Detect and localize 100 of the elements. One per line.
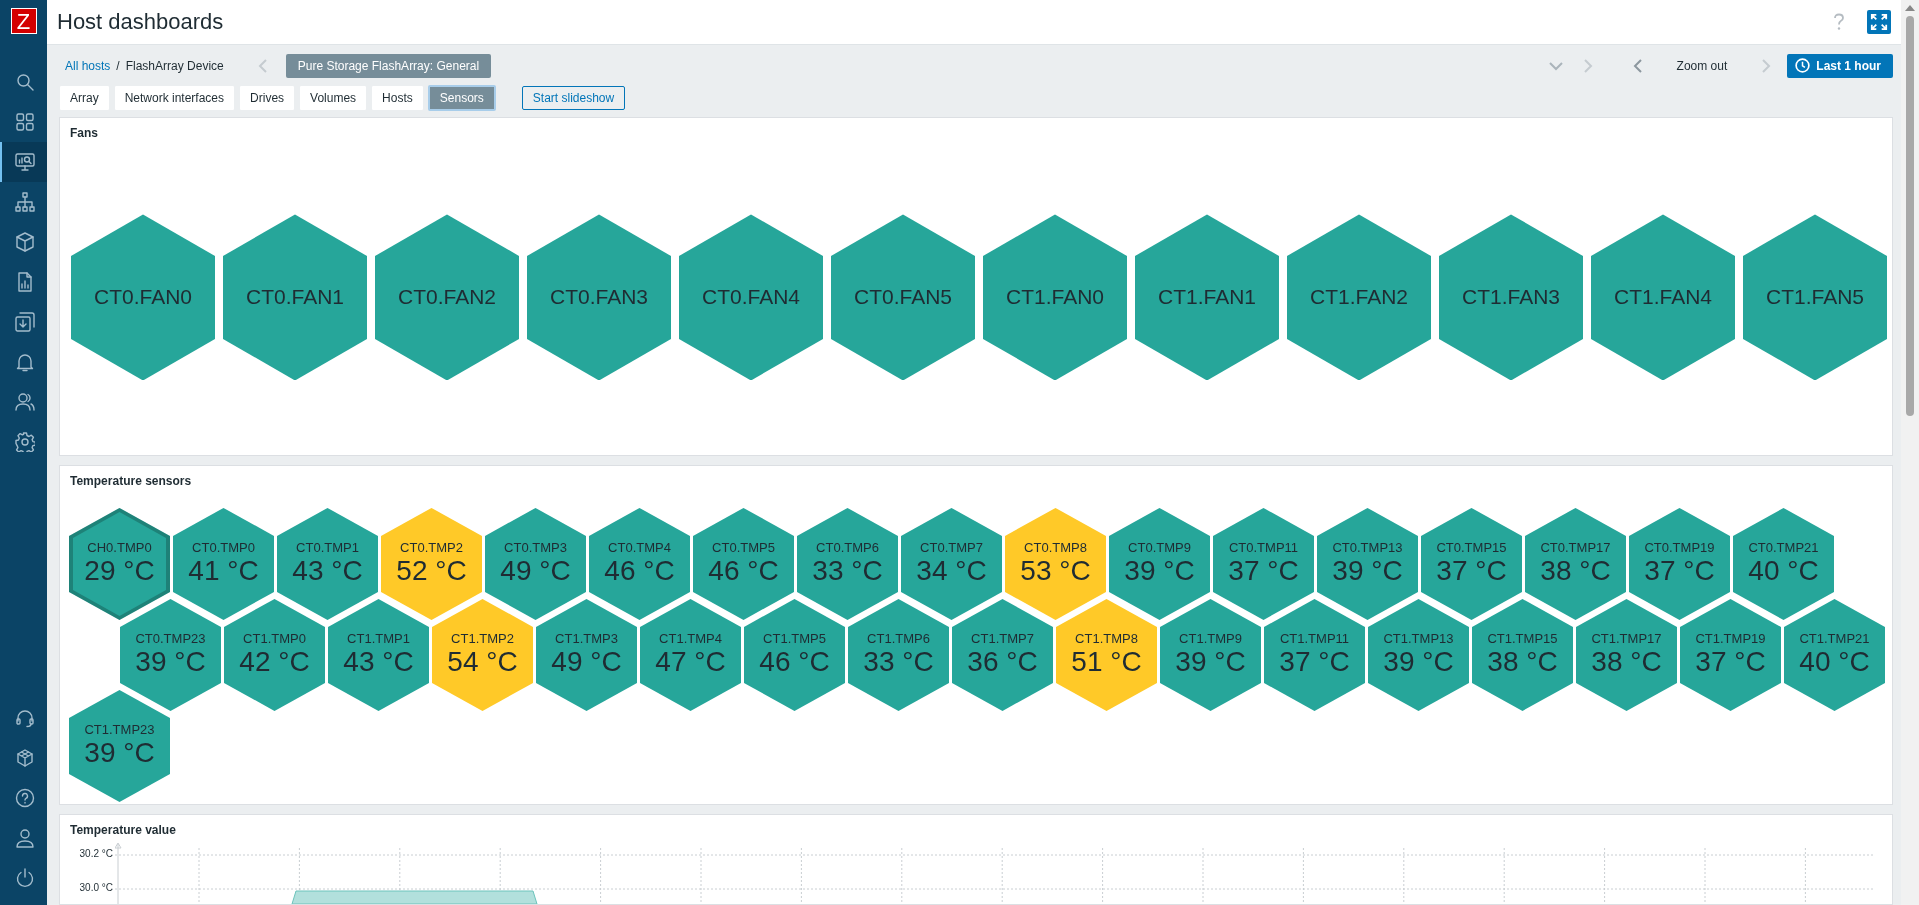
sensor-value: 39 °C <box>1332 555 1403 588</box>
sensor-name: CH0.TMP0 <box>87 540 152 556</box>
sensor-name: CT0.TMP4 <box>608 540 671 556</box>
widget-title: Temperature value <box>69 822 177 837</box>
breadcrumb-current: FlashArray Device <box>125 58 224 73</box>
sensor-name: CT0.TMP2 <box>400 540 463 556</box>
sensor-value: 39 °C <box>84 737 155 770</box>
sensor-value: 38 °C <box>1591 646 1662 679</box>
sensor-name: CT0.TMP11 <box>1228 540 1299 556</box>
headset-icon <box>14 708 35 728</box>
user-icon <box>14 828 35 848</box>
sensor-value: 51 °C <box>1071 646 1142 679</box>
time-period-button[interactable]: Last 1 hour <box>1787 53 1893 78</box>
box-icon <box>14 232 35 252</box>
sensor-value: 39 °C <box>1124 555 1195 588</box>
sensor-value: 53 °C <box>1020 555 1091 588</box>
sensor-value: 29 °C <box>84 555 155 588</box>
fullscreen-button[interactable] <box>1867 10 1891 34</box>
sensor-name: CT1.TMP2 <box>451 631 514 647</box>
sensor-name: CT1.TMP6 <box>867 631 930 647</box>
sensor-name: CT0.TMP5 <box>712 540 775 556</box>
users-icon <box>14 392 35 412</box>
scrollbar[interactable] <box>1901 0 1919 905</box>
sensor-name: CT1.TMP19 <box>1695 631 1766 647</box>
sensor-value: 41 °C <box>188 555 259 588</box>
sensor-name: CT0.TMP6 <box>816 540 879 556</box>
sensor-value: 46 °C <box>708 555 779 588</box>
sensor-name: CT1.TMP1 <box>347 631 410 647</box>
sensor-name: CT0.TMP9 <box>1128 540 1191 556</box>
logo[interactable]: Z <box>10 8 37 34</box>
search-icon <box>14 72 35 92</box>
cube-icon <box>14 748 35 768</box>
bell-icon <box>14 352 35 372</box>
sensor-name: CT1.TMP0 <box>243 631 306 647</box>
sensor-value: 39 °C <box>1383 646 1454 679</box>
widget-title: Fans <box>69 124 99 140</box>
sidebar-item[interactable] <box>0 142 47 182</box>
sensor-value: 54 °C <box>447 646 518 679</box>
zoom-out-link[interactable]: Zoom out <box>1676 58 1728 73</box>
sensor-value: 40 °C <box>1748 555 1819 588</box>
sensor-value: 37 °C <box>1436 555 1507 588</box>
widget-title: Temperature sensors <box>69 472 193 488</box>
start-slideshow-button[interactable]: Start slideshow <box>521 85 626 110</box>
download-icon <box>14 312 35 332</box>
sensor-value: 33 °C <box>863 646 934 679</box>
sensor-name: CT1.TMP9 <box>1179 631 1242 647</box>
breadcrumb-link[interactable]: All hosts <box>65 58 111 73</box>
sensor-name: CT1.TMP5 <box>763 631 826 647</box>
dashboard-tab[interactable]: Sensors <box>427 84 496 111</box>
sensor-value: 42 °C <box>239 646 310 679</box>
dashboard-tab[interactable]: Drives <box>239 84 296 111</box>
breadcrumb-separator: / <box>116 58 120 73</box>
sensor-value: 37 °C <box>1279 646 1350 679</box>
dashboard-tab[interactable]: Volumes <box>299 84 368 111</box>
scrollbar-thumb[interactable] <box>1906 16 1914 416</box>
sensor-value: 39 °C <box>1175 646 1246 679</box>
sensor-value: 46 °C <box>759 646 830 679</box>
sensor-value: 33 °C <box>812 555 883 588</box>
sensor-name: CT1.TMP15 <box>1487 631 1558 647</box>
sensor-name: CT0.TMP7 <box>920 540 983 556</box>
sensor-value: 39 °C <box>135 646 206 679</box>
sensor-value: 49 °C <box>500 555 571 588</box>
sensor-name: CT0.TMP1 <box>296 540 359 556</box>
sensor-value: 43 °C <box>343 646 414 679</box>
sensor-name: CT0.TMP0 <box>192 540 255 556</box>
sensor-name: CT0.TMP15 <box>1436 540 1507 556</box>
sensor-name: CT0.TMP23 <box>135 631 206 647</box>
power-icon <box>14 868 35 888</box>
sensor-value: 52 °C <box>396 555 467 588</box>
sensor-name: CT0.TMP21 <box>1748 540 1819 556</box>
dashboard-tab[interactable]: Array <box>59 84 110 111</box>
sensor-value: 43 °C <box>292 555 363 588</box>
clock-icon <box>1795 58 1811 74</box>
sensor-value: 46 °C <box>604 555 675 588</box>
sensor-value: 34 °C <box>916 555 987 588</box>
dashboard-tab[interactable]: Network interfaces <box>113 84 236 111</box>
scroll-up-icon[interactable] <box>1905 5 1915 11</box>
grid-icon <box>14 112 35 132</box>
sensor-value: 37 °C <box>1644 555 1715 588</box>
sensor-name: CT1.TMP21 <box>1799 631 1870 647</box>
sensor-name: CT0.TMP19 <box>1644 540 1715 556</box>
sensor-name: CT0.TMP3 <box>504 540 567 556</box>
dashboard-selector[interactable]: Pure Storage FlashArray: General <box>285 53 492 78</box>
page-title: Host dashboards <box>57 9 225 35</box>
sensor-value: 40 °C <box>1799 646 1870 679</box>
sensor-name: CT0.TMP17 <box>1540 540 1611 556</box>
sensor-value: 49 °C <box>551 646 622 679</box>
axis-label: 30.0 °C <box>79 881 113 895</box>
sensor-value: 37 °C <box>1228 555 1299 588</box>
sensor-name: CT1.TMP7 <box>971 631 1034 647</box>
sensor-value: 36 °C <box>967 646 1038 679</box>
dashboard-tab[interactable]: Hosts <box>371 84 424 111</box>
sensor-name: CT1.TMP8 <box>1075 631 1138 647</box>
axis-label: 30.2 °C <box>79 847 113 861</box>
hierarchy-icon <box>14 192 35 212</box>
sensor-name: CT1.TMP11 <box>1279 631 1350 647</box>
sensor-value: 38 °C <box>1540 555 1611 588</box>
sensor-name: CT1.TMP3 <box>555 631 618 647</box>
sensor-name: CT1.TMP23 <box>84 722 155 738</box>
sensor-name: CT0.TMP13 <box>1332 540 1403 556</box>
